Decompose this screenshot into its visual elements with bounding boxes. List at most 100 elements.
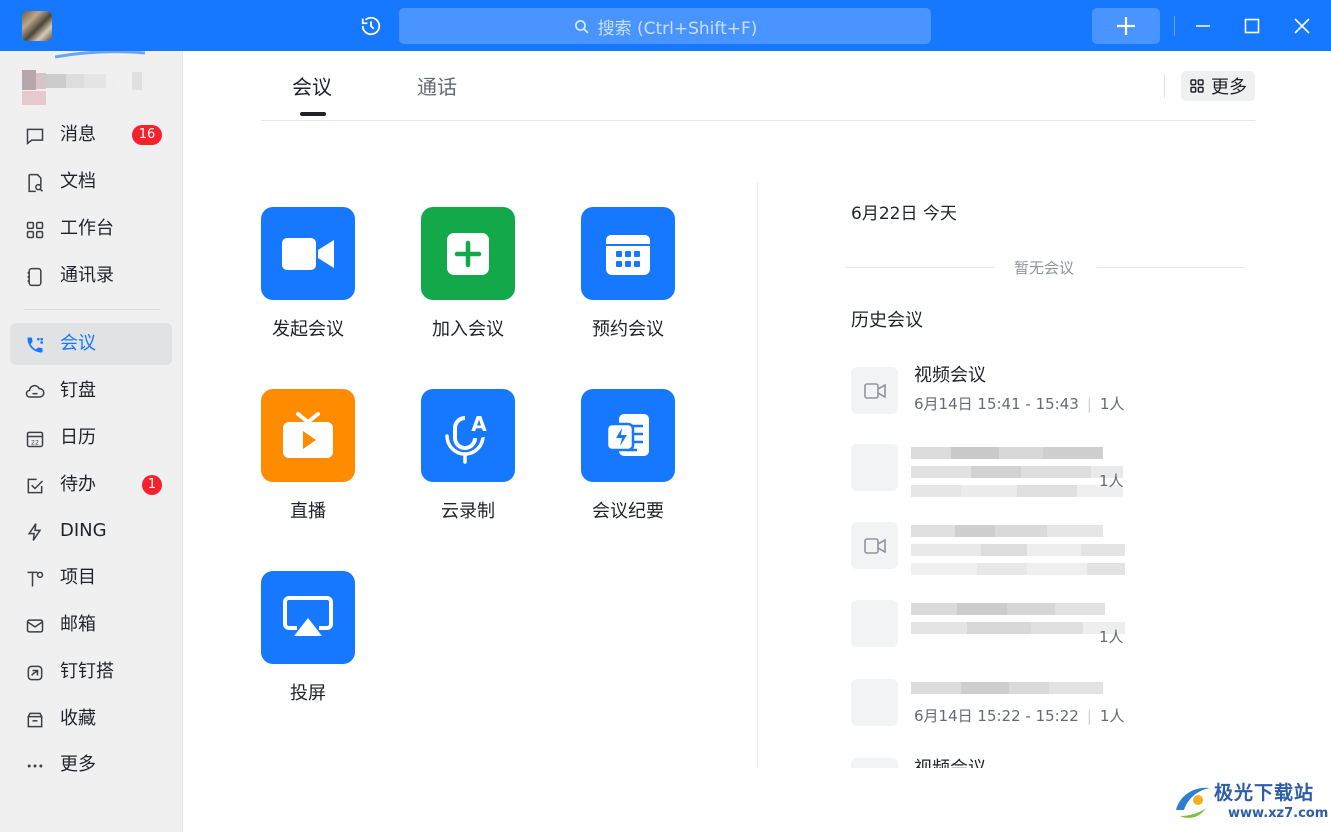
video-camera-icon [851, 679, 898, 726]
user-name-blurred-fragment [22, 91, 46, 105]
document-icon [24, 172, 46, 194]
user-avatar[interactable] [22, 11, 52, 41]
close-button[interactable] [1289, 13, 1315, 39]
history-item-time: 6月14日 15:22 - 15:22 [914, 707, 1079, 725]
search-input[interactable]: 搜索 (Ctrl+Shift+F) [399, 8, 931, 44]
sidebar-item-builder[interactable]: 钉钉搭 [10, 651, 172, 693]
svg-text:A: A [471, 412, 487, 436]
sidebar-item-favorites[interactable]: 收藏 [10, 698, 172, 740]
sidebar-item-meetings[interactable]: 会议 [10, 323, 172, 365]
history-item-blurred[interactable] [851, 522, 1131, 582]
sidebar-item-more[interactable]: 更多 [10, 744, 172, 786]
contacts-icon [24, 266, 46, 288]
history-item-time: 6月14日 15:41 - 15:43 [914, 395, 1079, 413]
screen-cast-icon [283, 595, 333, 640]
screen-cast-label: 投屏 [290, 683, 326, 704]
meeting-notes-button[interactable] [581, 389, 675, 482]
unread-badge: 16 [132, 125, 162, 145]
sidebar-item-label: 通讯录 [60, 265, 114, 286]
sidebar: 消息 16 文档 工作台 通讯录 会议 钉盘 22 日历 待办 1 DING 项… [0, 51, 183, 832]
project-icon [24, 568, 46, 590]
history-item-partial[interactable]: 视频会议 [851, 758, 1131, 768]
decor-wave [55, 51, 145, 59]
more-button[interactable]: 更多 [1181, 71, 1255, 101]
watermark-url: www.xz7.com [1228, 806, 1329, 821]
tab-meetings[interactable]: 会议 [292, 74, 332, 100]
sidebar-item-projects[interactable]: 项目 [10, 557, 172, 599]
history-item-people: 1人 [1099, 395, 1125, 413]
video-camera-icon [851, 367, 898, 414]
blurred-text [911, 679, 1126, 698]
builder-icon [24, 662, 46, 684]
sidebar-separator [24, 309, 160, 310]
chat-icon [24, 125, 46, 147]
sidebar-item-drive[interactable]: 钉盘 [10, 370, 172, 412]
blurred-text [911, 522, 1126, 579]
sidebar-item-label: 日历 [60, 427, 96, 448]
history-item-title: 视频会议 [914, 365, 986, 386]
sidebar-item-docs[interactable]: 文档 [10, 161, 172, 203]
history-item-blurred[interactable]: 1人 [851, 444, 1131, 504]
schedule-meeting-button[interactable] [581, 207, 675, 300]
titlebar-divider [1174, 16, 1175, 36]
start-meeting-button[interactable] [261, 207, 355, 300]
phone-icon [24, 334, 46, 356]
history-item-blurred[interactable]: 1人 [851, 600, 1131, 660]
video-camera-icon [851, 600, 898, 647]
history-item-people: 1人 [1099, 472, 1124, 490]
sidebar-item-contacts[interactable]: 通讯录 [10, 255, 172, 297]
todo-icon [24, 475, 46, 497]
search-placeholder: 搜索 (Ctrl+Shift+F) [597, 18, 758, 39]
history-item[interactable]: 视频会议 6月14日 15:41 - 15:43 | 1人 [851, 365, 1131, 427]
blurred-text [911, 600, 1126, 638]
sidebar-item-label: 收藏 [60, 708, 96, 729]
history-icon[interactable] [358, 13, 384, 39]
tabs-divider [261, 120, 1255, 121]
sidebar-item-todo[interactable]: 待办 1 [10, 464, 172, 506]
screen-cast-button[interactable] [261, 571, 355, 664]
search-icon [573, 18, 590, 35]
sidebar-item-label: 项目 [60, 567, 96, 588]
mic-translate-icon: A [443, 408, 493, 464]
watermark-text: 极光下载站 [1214, 782, 1315, 804]
sidebar-item-calendar[interactable]: 22 日历 [10, 417, 172, 459]
cloud-record-label: 云录制 [441, 501, 495, 522]
tab-calls[interactable]: 通话 [417, 74, 457, 100]
sidebar-item-label: 待办 [60, 474, 96, 495]
title-bar: 搜索 (Ctrl+Shift+F) [0, 0, 1331, 51]
lightning-icon [24, 521, 46, 543]
ai-notes-icon [605, 412, 651, 460]
meeting-notes-label: 会议纪要 [592, 501, 664, 522]
divider-line [845, 267, 995, 268]
grid-icon [1189, 78, 1205, 94]
cloud-record-button[interactable]: A [421, 389, 515, 482]
live-stream-label: 直播 [290, 501, 326, 522]
join-meeting-label: 加入会议 [432, 319, 504, 340]
history-item[interactable]: 6月14日 15:22 - 15:22 | 1人 [851, 679, 1131, 739]
create-button[interactable] [1092, 8, 1160, 44]
cloud-drive-icon [24, 381, 46, 403]
sidebar-item-ding[interactable]: DING [10, 510, 172, 552]
watermark-logo-icon [1176, 787, 1210, 818]
sidebar-item-workbench[interactable]: 工作台 [10, 208, 172, 250]
minimize-button[interactable] [1190, 13, 1216, 39]
live-stream-button[interactable] [261, 389, 355, 482]
sidebar-item-label: 钉钉搭 [60, 661, 114, 682]
calendar-icon: 22 [24, 428, 46, 450]
sidebar-item-mail[interactable]: 邮箱 [10, 604, 172, 646]
history-item-title: 视频会议 [914, 758, 986, 768]
history-item-meta: 6月14日 15:22 - 15:22 | 1人 [914, 707, 1125, 725]
more-dots-icon [24, 755, 46, 777]
tv-play-icon [282, 411, 334, 460]
video-camera-icon [851, 444, 898, 491]
user-name-blurred [22, 70, 156, 92]
join-meeting-button[interactable] [421, 207, 515, 300]
maximize-button[interactable] [1239, 13, 1265, 39]
sidebar-item-label: 钉盘 [60, 380, 96, 401]
svg-text:22: 22 [31, 439, 39, 446]
video-camera-icon [282, 236, 334, 272]
favorites-icon [24, 709, 46, 731]
sidebar-item-messages[interactable]: 消息 16 [10, 114, 172, 156]
sidebar-item-label: DING [60, 520, 107, 541]
mail-icon [24, 615, 46, 637]
